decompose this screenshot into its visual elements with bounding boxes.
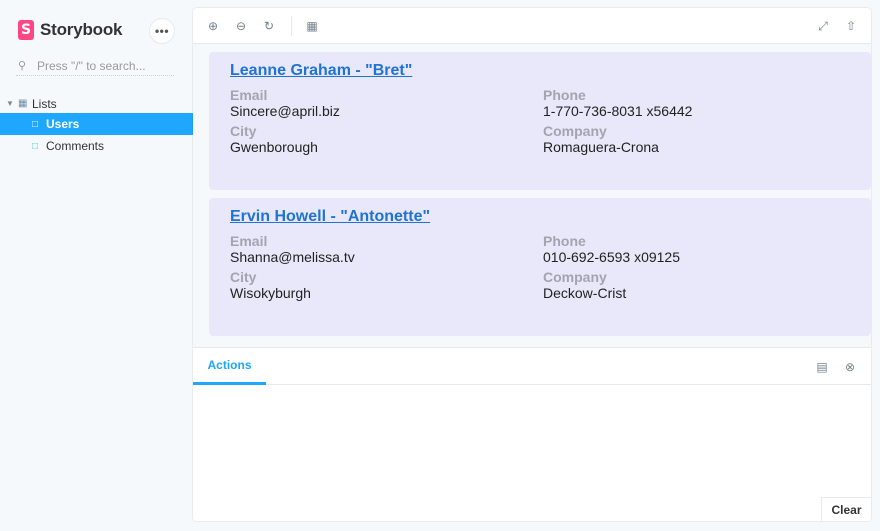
field-value: 010-692-6593 x09125	[543, 249, 681, 265]
addons-panel: Actions ▤ ⊗ Clear	[193, 347, 871, 521]
zoom-reset-icon[interactable]: ↻	[261, 18, 277, 34]
storybook-logo-icon: S	[18, 20, 34, 40]
field-label: City	[230, 269, 257, 285]
panel-orientation-icon[interactable]: ▤	[815, 360, 829, 374]
field-value: Sincere@april.biz	[230, 103, 340, 119]
sidebar: S Storybook ••• ⚲ ▼ ▦ Lists □ Users □ Co…	[0, 0, 193, 531]
phone-field: Phone 010-692-6593 x09125	[543, 233, 843, 266]
field-label: City	[230, 123, 257, 139]
company-field: Company Deckow-Crist	[543, 269, 843, 302]
field-value: 1-770-736-8031 x56442	[543, 103, 693, 119]
field-label: Phone	[543, 233, 586, 249]
close-icon[interactable]: ⊗	[843, 360, 857, 374]
bookmark-icon: □	[32, 140, 39, 152]
field-label: Company	[543, 123, 607, 139]
grid-icon[interactable]: ▦	[304, 18, 320, 34]
component-icon: ▦	[18, 98, 28, 109]
preview-toolbar: ⊕ ⊖ ↻ ▦ ⤢ ⇧	[193, 8, 871, 44]
tree-group-label: Lists	[32, 96, 57, 111]
toolbar-divider	[291, 15, 292, 36]
story-tree: ▼ ▦ Lists □ Users □ Comments	[0, 94, 193, 157]
field-label: Phone	[543, 87, 586, 103]
brand[interactable]: S Storybook	[18, 20, 122, 40]
company-field: Company Romaguera-Crona	[543, 123, 843, 156]
zoom-in-icon[interactable]: ⊕	[205, 18, 221, 34]
field-label: Email	[230, 233, 268, 249]
sidebar-item-label: Users	[46, 117, 80, 131]
sidebar-item-comments[interactable]: □ Comments	[0, 135, 193, 157]
zoom-out-icon[interactable]: ⊖	[233, 18, 249, 34]
city-field: City Wisokyburgh	[230, 269, 543, 302]
sidebar-item-label: Comments	[46, 139, 105, 153]
field-value: Wisokyburgh	[230, 285, 311, 301]
search-box: ⚲	[16, 56, 174, 76]
email-field: Email Sincere@april.biz	[230, 87, 543, 120]
user-fields: Email Sincere@april.biz Phone 1-770-736-…	[230, 87, 871, 156]
field-value: Romaguera-Crona	[543, 139, 659, 155]
search-icon: ⚲	[18, 60, 27, 72]
email-field: Email Shanna@melissa.tv	[230, 233, 543, 266]
toolbar-right: ⤢ ⇧	[803, 18, 859, 34]
user-name-link[interactable]: Ervin Howell - "Antonette"	[230, 208, 430, 226]
tree-group-lists[interactable]: ▼ ▦ Lists	[0, 94, 193, 113]
clear-button[interactable]: Clear	[821, 497, 871, 521]
field-label: Email	[230, 87, 268, 103]
search-input[interactable]	[37, 58, 167, 73]
tab-actions[interactable]: Actions	[193, 348, 266, 385]
addon-tabs: Actions ▤ ⊗	[193, 348, 871, 385]
sidebar-item-users[interactable]: □ Users	[0, 113, 193, 135]
phone-field: Phone 1-770-736-8031 x56442	[543, 87, 843, 120]
field-value: Gwenborough	[230, 139, 318, 155]
story-canvas: Leanne Graham - "Bret" Email Sincere@apr…	[193, 44, 871, 347]
preview-panel: ⊕ ⊖ ↻ ▦ ⤢ ⇧ Leanne Graham - "Bret" Email…	[193, 8, 871, 521]
menu-button[interactable]: •••	[149, 18, 175, 44]
field-value: Deckow-Crist	[543, 285, 627, 301]
bookmark-icon: □	[32, 118, 39, 130]
caret-down-icon: ▼	[6, 99, 14, 108]
share-icon[interactable]: ⇧	[843, 18, 859, 34]
fullscreen-icon[interactable]: ⤢	[815, 18, 831, 34]
user-card: Ervin Howell - "Antonette" Email Shanna@…	[209, 198, 871, 336]
field-value: Shanna@melissa.tv	[230, 249, 355, 265]
user-card: Leanne Graham - "Bret" Email Sincere@apr…	[209, 52, 871, 190]
user-name-link[interactable]: Leanne Graham - "Bret"	[230, 62, 412, 80]
field-label: Company	[543, 269, 607, 285]
addon-controls: ▤ ⊗	[801, 360, 857, 374]
user-fields: Email Shanna@melissa.tv Phone 010-692-65…	[230, 233, 871, 302]
brand-name: Storybook	[40, 20, 123, 39]
city-field: City Gwenborough	[230, 123, 543, 156]
